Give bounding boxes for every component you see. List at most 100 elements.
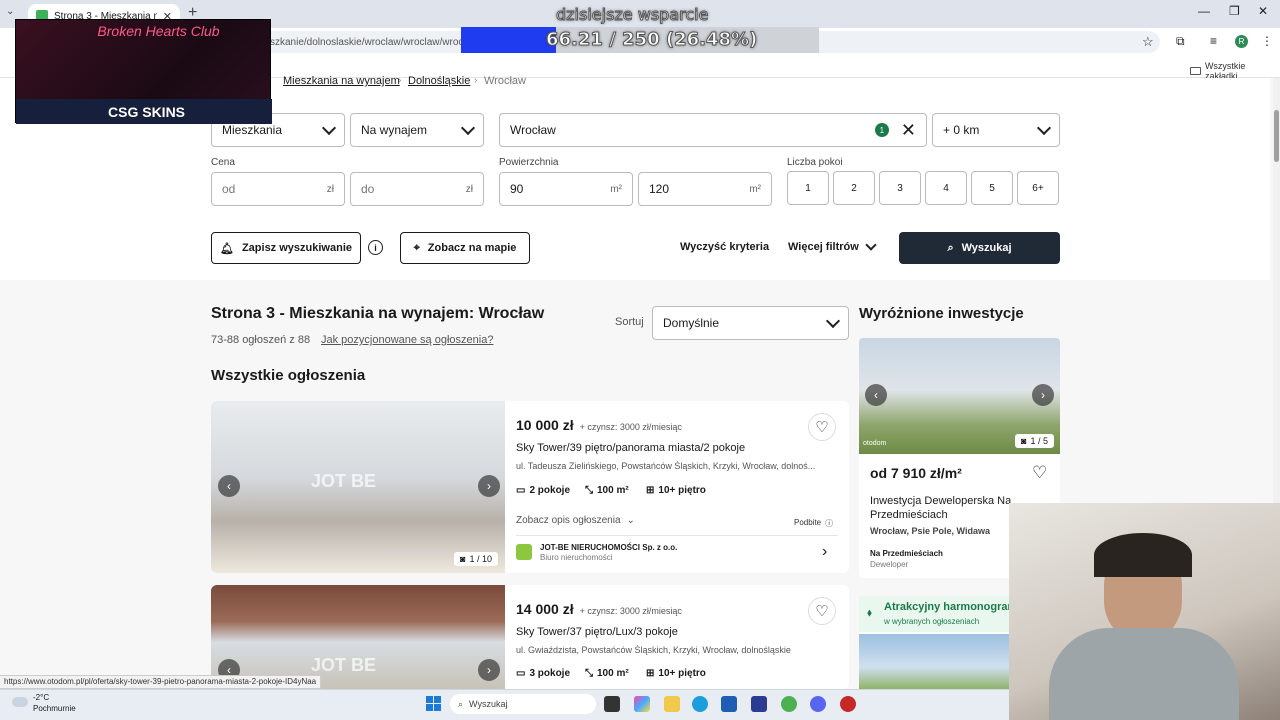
breadcrumb-region[interactable]: Dolnośląskie <box>408 75 470 87</box>
breadcrumb-rent[interactable]: Mieszkania na wynajem <box>283 75 400 87</box>
listing-card[interactable]: JOT BE ‹ › 14 000 zł + czynsz: 3000 zł/m… <box>211 585 849 689</box>
tab-search-chevron-icon[interactable]: ⌄ <box>6 6 14 17</box>
search-icon: ⌕ <box>947 241 954 254</box>
developer-name[interactable]: Na Przedmieściach <box>870 549 943 558</box>
featured-photo[interactable]: ‹ › otodom ◙ 1 / 5 <box>859 338 1060 454</box>
listing-rent: + czynsz: 3000 zł/miesiąc <box>579 422 682 432</box>
photo-counter: ◙ 1 / 5 <box>1015 434 1054 448</box>
price-from-input[interactable]: od zł <box>211 172 345 206</box>
area-to-input[interactable]: 120 m² <box>638 172 772 206</box>
area-from-input[interactable]: 90 m² <box>499 172 633 206</box>
store-icon[interactable] <box>751 696 767 712</box>
browser-menu-icon[interactable]: ⋮ <box>1261 34 1273 48</box>
chevron-down-icon <box>460 120 476 135</box>
bell-icon: 🔔︎ <box>219 242 234 255</box>
copilot-icon[interactable] <box>634 696 650 712</box>
agency-type: Biuro nieruchomości <box>540 553 613 562</box>
photo-counter: ◙ 1 / 10 <box>454 552 498 566</box>
bookmark-star-icon[interactable]: ☆ <box>1142 34 1154 50</box>
search-submit-button[interactable]: ⌕ Wyszukaj <box>899 232 1060 264</box>
listing-address: ul. Tadeusza Zielińskiego, Powstańców Śl… <box>516 461 816 471</box>
promo-image <box>859 634 1009 689</box>
folder-icon <box>1190 67 1201 75</box>
transaction-select[interactable]: Na wynajem <box>350 113 484 147</box>
discord-icon[interactable] <box>810 696 826 712</box>
rooms-option-3[interactable]: 3 <box>879 171 921 205</box>
listing-title[interactable]: Sky Tower/39 piętro/panorama miasta/2 po… <box>516 442 745 454</box>
extensions-icon[interactable]: ⧉ <box>1176 34 1185 49</box>
see-map-button[interactable]: ⌖ Zobacz na mapie <box>400 232 530 264</box>
task-view-icon[interactable] <box>604 696 620 712</box>
ranking-info-link[interactable]: Jak pozycjonowane są ogłoszenia? <box>321 334 493 346</box>
agency-logo <box>516 544 532 560</box>
rooms-option-5[interactable]: 5 <box>971 171 1013 205</box>
windows-start-icon[interactable] <box>426 696 441 711</box>
chevron-down-icon <box>865 238 877 251</box>
show-description-button[interactable]: Zobacz opis ogłoszenia ⌄ <box>516 515 635 526</box>
photo-next-icon[interactable]: › <box>478 475 500 497</box>
profile-avatar[interactable]: R <box>1235 35 1248 48</box>
photo-next-icon[interactable]: › <box>478 659 500 681</box>
clear-criteria-button[interactable]: Wyczyść kryteria <box>680 241 769 253</box>
breadcrumb-current: Wrocław <box>484 75 526 87</box>
media-control-icon[interactable]: ≡ <box>1210 34 1217 48</box>
obs-icon[interactable] <box>840 696 856 712</box>
listing-photo[interactable]: JOT BE ‹ › <box>211 585 505 689</box>
featured-location: Wrocław, Psie Pole, Widawa <box>870 526 990 536</box>
promo-banner[interactable]: ⬧ Atrakcyjny harmonogram w wybranych ogł… <box>859 596 1017 689</box>
results-count: 73-88 ogłoszeń z 88 <box>211 334 311 346</box>
save-search-button[interactable]: 🔔︎ Zapisz wyszukiwanie <box>211 232 361 264</box>
chevron-right-icon[interactable]: › <box>822 543 827 561</box>
listing-photo[interactable]: JOT BE ‹ › ◙ 1 / 10 <box>211 401 505 573</box>
rooms-option-2[interactable]: 2 <box>833 171 875 205</box>
rooms-option-6plus[interactable]: 6+ <box>1017 171 1059 205</box>
location-input[interactable]: Wrocław 1 ✕ <box>499 113 927 147</box>
favorite-heart-icon[interactable]: ♡ <box>1032 463 1047 483</box>
scrollbar-thumb[interactable] <box>1274 110 1279 162</box>
chrome-icon[interactable] <box>781 696 797 712</box>
taskbar-search[interactable]: ⌕ Wyszukaj <box>450 694 596 714</box>
listing-title[interactable]: Sky Tower/37 piętro/Lux/3 pokoje <box>516 626 678 638</box>
divider <box>516 535 838 536</box>
rooms-option-4[interactable]: 4 <box>925 171 967 205</box>
photo-prev-icon[interactable]: ‹ <box>865 384 887 406</box>
edge-icon[interactable] <box>692 696 708 712</box>
weather-temp: -2°C <box>33 693 50 702</box>
listing-rent: + czynsz: 3000 zł/miesiąc <box>579 606 682 616</box>
rooms-label: Liczba pokoi <box>787 157 843 168</box>
clear-location-icon[interactable]: ✕ <box>901 120 916 141</box>
photo-next-icon[interactable]: › <box>1032 384 1054 406</box>
camera-icon: ◙ <box>1021 436 1027 446</box>
price-to-input[interactable]: do zł <box>350 172 484 206</box>
minimize-icon[interactable]: — <box>1198 4 1210 18</box>
distance-select[interactable]: + 0 km <box>932 113 1060 147</box>
more-filters-button[interactable]: Więcej filtrów <box>788 238 877 253</box>
listing-price: 10 000 zł <box>516 417 574 433</box>
stairs-icon: ⊞ <box>646 668 655 679</box>
favorite-heart-icon[interactable]: ♡ <box>808 597 836 625</box>
listing-floor: ⊞ 10+ piętro <box>646 485 706 496</box>
info-icon[interactable]: i <box>368 240 383 255</box>
sort-select[interactable]: Domyślnie <box>652 306 849 340</box>
streamer-body <box>1049 628 1239 720</box>
photo-prev-icon[interactable]: ‹ <box>218 475 240 497</box>
close-window-icon[interactable]: ✕ <box>1258 4 1268 18</box>
agency-name[interactable]: JOT-BE NIERUCHOMOŚCI Sp. z o.o. <box>540 543 677 552</box>
featured-heading: Wyróżnione inwestycje <box>859 305 1024 322</box>
featured-name[interactable]: Inwestycja Deweloperska Na Przedmieściac… <box>870 494 1030 522</box>
file-explorer-icon[interactable] <box>664 696 680 712</box>
section-heading: Wszystkie ogłoszenia <box>211 367 366 384</box>
favorite-heart-icon[interactable]: ♡ <box>808 413 836 441</box>
listing-price: 14 000 zł <box>516 601 574 617</box>
listing-area: ⤡ 100 m² <box>585 668 629 679</box>
restore-icon[interactable]: ❐ <box>1229 4 1240 18</box>
featured-price: od 7 910 zł/m² <box>870 465 962 481</box>
mail-icon[interactable] <box>721 696 737 712</box>
bumped-badge: Podbite ⓘ <box>794 518 834 528</box>
rooms-option-1[interactable]: 1 <box>787 171 829 205</box>
cloud-icon <box>12 697 28 707</box>
url-text[interactable]: szkanie/dolnoslaskie/wroclaw/wroclaw/wro… <box>270 37 478 48</box>
listing-card[interactable]: JOT BE ‹ › ◙ 1 / 10 10 000 zł + czynsz: 3… <box>211 401 849 573</box>
chevron-down-icon <box>1036 120 1052 135</box>
map-pin-icon: ⌖ <box>413 241 420 254</box>
